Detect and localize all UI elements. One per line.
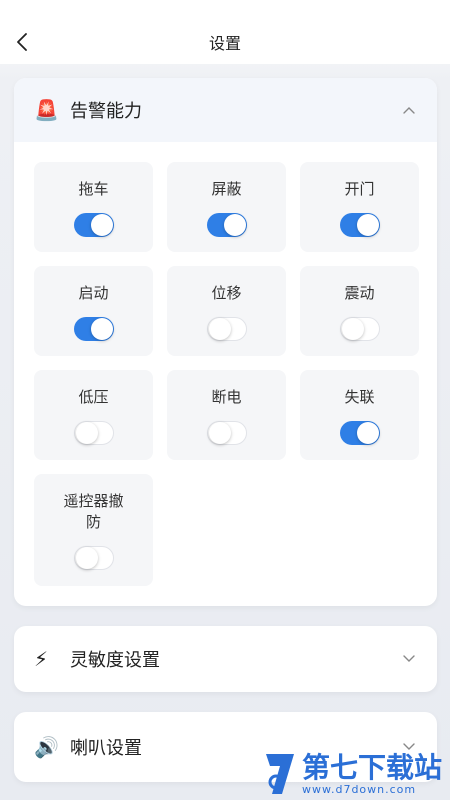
alarm-item-remote-disarm: 遥控器撤防: [34, 474, 153, 586]
sensitivity-card: ⚡ 灵敏度设置: [14, 626, 437, 692]
page-title: 设置: [208, 34, 241, 53]
toggle-knob: [208, 422, 231, 444]
alarm-item-door: 开门: [300, 162, 419, 252]
alarm-item-vibration: 震动: [300, 266, 419, 356]
speaker-card-title: 喇叭设置: [70, 738, 142, 759]
alarm-item-label: 开门: [344, 180, 375, 198]
alarm-toggle-grid: 拖车 屏蔽 开门 启动 位移 震动 低压 断电 失联 遥控器撤防: [14, 142, 437, 606]
alarm-item-label: 启动: [78, 284, 109, 302]
alarm-item-start: 启动: [34, 266, 153, 356]
toggle-knob: [75, 422, 98, 444]
toggle-switch[interactable]: [339, 317, 380, 341]
speaker-icon: 🔊: [34, 735, 59, 759]
alarm-item-label: 失联: [344, 388, 375, 406]
alarm-card-header[interactable]: 🚨 告警能力: [14, 78, 437, 142]
alarm-item-label: 拖车: [78, 180, 109, 198]
sensitivity-card-header[interactable]: ⚡ 灵敏度设置: [14, 626, 437, 692]
alarm-item-displacement: 位移: [167, 266, 286, 356]
alarm-item-shield: 屏蔽: [167, 162, 286, 252]
chevron-down-icon[interactable]: [401, 651, 417, 667]
alarm-item-label: 屏蔽: [211, 180, 242, 198]
watermark: 第七下载站 www.d7down.com: [262, 752, 442, 796]
toggle-knob: [208, 318, 231, 340]
alarm-item-tow: 拖车: [34, 162, 153, 252]
alarm-item-lost-connection: 失联: [300, 370, 419, 460]
toggle-switch[interactable]: [206, 421, 247, 445]
top-bar: 设置: [0, 0, 450, 64]
sensitivity-card-title: 灵敏度设置: [70, 650, 160, 671]
alarm-item-low-voltage: 低压: [34, 370, 153, 460]
toggle-switch[interactable]: [73, 421, 114, 445]
toggle-knob: [90, 318, 113, 340]
watermark-title: 第七下载站: [301, 750, 442, 784]
toggle-switch[interactable]: [206, 317, 247, 341]
toggle-knob: [223, 214, 246, 236]
alarm-item-power-off: 断电: [167, 370, 286, 460]
alarm-item-label: 位移: [211, 284, 242, 302]
toggle-switch[interactable]: [339, 421, 380, 445]
toggle-knob: [90, 214, 113, 236]
siren-icon: 🚨: [34, 98, 59, 122]
alarm-item-label: 低压: [78, 388, 109, 406]
watermark-logo-icon: [265, 754, 294, 794]
lightning-icon: ⚡: [34, 647, 49, 671]
toggle-switch[interactable]: [73, 317, 114, 341]
watermark-url: www.d7down.com: [301, 782, 417, 796]
toggle-switch[interactable]: [339, 213, 380, 237]
alarm-item-label: 遥控器撤防: [63, 492, 124, 531]
alarm-card-title: 告警能力: [70, 101, 142, 122]
alarm-item-label: 断电: [211, 388, 242, 406]
toggle-knob: [75, 547, 98, 569]
alarm-item-label: 震动: [344, 284, 375, 302]
toggle-switch[interactable]: [73, 546, 114, 570]
toggle-knob: [341, 318, 364, 340]
toggle-knob: [356, 214, 379, 236]
toggle-switch[interactable]: [206, 213, 247, 237]
toggle-switch[interactable]: [73, 213, 114, 237]
toggle-knob: [356, 422, 379, 444]
alarm-card: 🚨 告警能力 拖车 屏蔽 开门 启动 位移 震动 低压 断电 失联 遥控器撤防: [14, 78, 437, 606]
chevron-up-icon[interactable]: [401, 102, 417, 118]
